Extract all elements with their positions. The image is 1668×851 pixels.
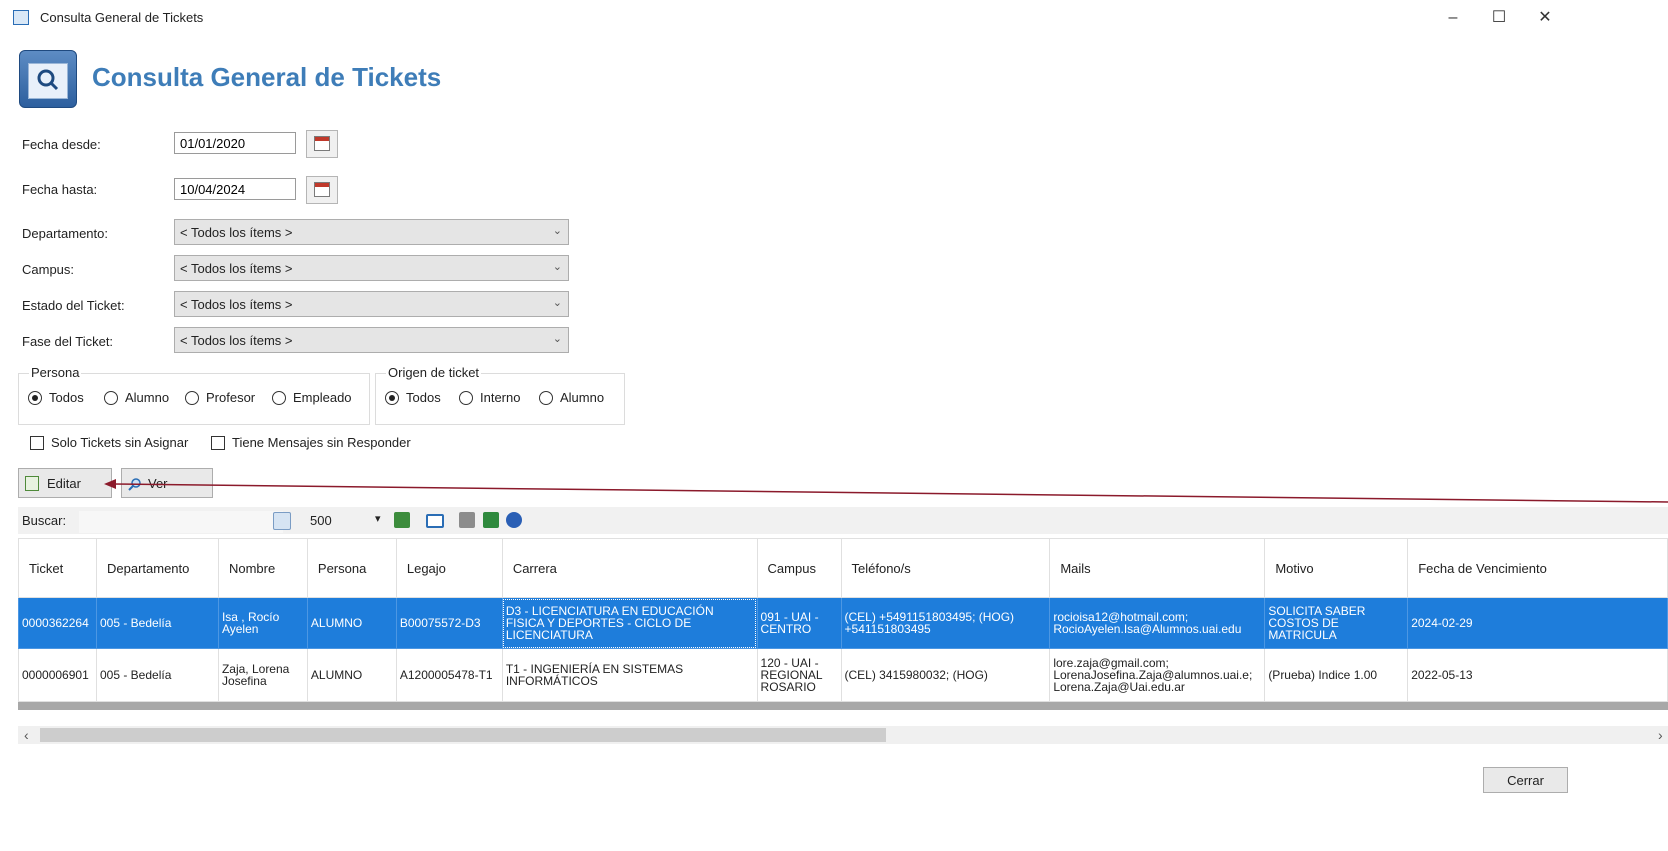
scroll-left-icon[interactable]: ‹ [24,727,29,743]
table-cell[interactable]: T1 - INGENIERÍA EN SISTEMAS INFORMÁTICOS [501,648,758,702]
table-cell[interactable]: D3 - LICENCIATURA EN EDUCACIÓN FISICA Y … [501,597,758,649]
help-icon[interactable] [506,512,522,528]
print-icon[interactable] [459,512,475,528]
table-cell[interactable]: 005 - Bedelía [95,648,219,702]
table-cell[interactable]: 0000362264 [18,597,97,649]
table-cell[interactable]: 091 - UAI - CENTRO [756,597,842,649]
grid-search-bar: Buscar: 500 ▾ [18,507,1668,534]
table-row[interactable]: 0000362264 005 - Bedelía Isa , Rocío Ayele… [18,597,1668,649]
column-header-motivo[interactable]: Motivo [1264,538,1409,598]
cerrar-button[interactable]: Cerrar [1483,767,1568,793]
row-count-value[interactable]: 500 [310,513,332,528]
table-cell[interactable]: 0000006901 [18,648,97,702]
column-header-departamento[interactable]: Departamento [95,538,219,598]
table-row[interactable]: 0000006901 005 - Bedelía Zaja, Lorena Jose… [18,648,1668,702]
table-cell[interactable]: A1200005478-T1 [395,648,503,702]
table-cell[interactable]: SOLICITA SABER COSTOS DE MATRICULA [1264,597,1409,649]
clear-search-icon[interactable] [273,512,291,530]
table-cell[interactable]: 2024-02-29 [1407,597,1668,649]
refresh-icon[interactable] [394,512,410,528]
table-cell[interactable]: B00075572-D3 [395,597,503,649]
column-header-campus[interactable]: Campus [756,538,842,598]
chevron-down-icon[interactable]: ▾ [375,512,381,525]
column-header-carrera[interactable]: Carrera [501,538,758,598]
tickets-table: Ticket Departamento Nombre Persona Legajo Car… [18,538,1668,702]
scroll-right-icon[interactable]: › [1658,727,1663,743]
table-cell[interactable]: 120 - UAI - REGIONAL ROSARIO [756,648,842,702]
search-input[interactable] [78,510,284,534]
column-header-legajo[interactable]: Legajo [395,538,503,598]
table-cell[interactable]: ALUMNO [306,648,397,702]
column-header-fecha-de-vencimiento[interactable]: Fecha de Vencimiento [1407,538,1668,598]
table-cell[interactable]: rocioisa12@hotmail.com; RocioAyelen.Isa@… [1049,597,1266,649]
horizontal-scrollbar[interactable]: ‹ › [18,726,1668,744]
table-cell[interactable]: (CEL) +5491151803495; (HOG) +54115180349… [840,597,1051,649]
column-header-mails[interactable]: Mails [1049,538,1266,598]
table-cell[interactable]: Isa , Rocío Ayelen [217,597,308,649]
annotation-arrow [104,479,1668,503]
table-cell[interactable]: (Prueba) Indice 1.00 [1264,648,1409,702]
column-header-nombre[interactable]: Nombre [217,538,308,598]
window-icon[interactable] [426,514,444,528]
scrollbar-thumb[interactable] [40,728,886,742]
column-header-tel-fono-s[interactable]: Teléfono/s [840,538,1051,598]
table-cell[interactable]: Zaja, Lorena Josefina [217,648,308,702]
column-header-ticket[interactable]: Ticket [18,538,97,598]
excel-icon[interactable] [483,512,499,528]
table-cell[interactable]: lore.zaja@gmail.com; LorenaJosefina.Zaja… [1049,648,1266,702]
search-label: Buscar: [22,513,67,528]
table-cell[interactable]: 005 - Bedelía [95,597,219,649]
table-cell[interactable]: 2022-05-13 [1407,648,1668,702]
tickets-grid[interactable]: Ticket Departamento Nombre Persona Legajo Car… [18,538,1668,710]
table-cell[interactable]: (CEL) 3415980032; (HOG) [840,648,1051,702]
column-header-persona[interactable]: Persona [306,538,397,598]
grid-header-row: Ticket Departamento Nombre Persona Legajo Car… [18,538,1668,598]
table-cell[interactable]: ALUMNO [306,597,397,649]
